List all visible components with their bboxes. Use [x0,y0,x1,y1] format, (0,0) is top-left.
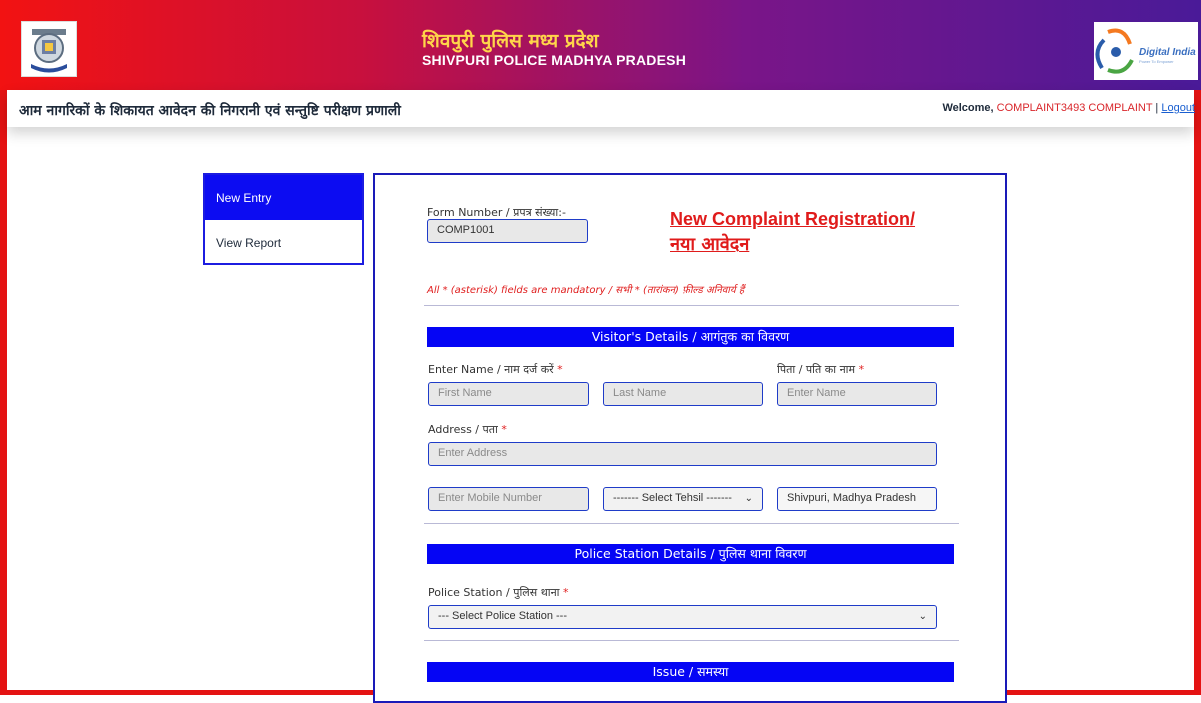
location-field[interactable]: Shivpuri, Madhya Pradesh [777,487,937,511]
required-asterisk: * [557,363,563,376]
tehsil-selected-value: ------- Select Tehsil ------- [613,492,732,504]
site-header: शिवपुरी पुलिस मध्य प्रदेश SHIVPURI POLIC… [0,0,1201,90]
address-input[interactable]: Enter Address [428,442,937,466]
username: COMPLAINT3493 COMPLAINT [996,102,1153,114]
father-name-label: पिता / पति का नाम * [777,362,864,377]
police-station-selected-value: --- Select Police Station --- [438,610,567,622]
form-title-english: New Complaint Registration/ [670,209,916,229]
police-station-label-text: Police Station / पुलिस थाना [428,586,560,599]
divider [424,640,959,641]
form-number-label: Form Number / प्रपत्र संख्या:- [427,206,566,219]
mandatory-note: All * (asterisk) fields are mandatory / … [427,285,745,296]
welcome-block: Welcome, COMPLAINT3493 COMPLAINT | Logou… [942,102,1195,114]
mobile-number-input[interactable]: Enter Mobile Number [428,487,589,511]
tehsil-select[interactable]: ------- Select Tehsil ------- ⌄ [603,487,763,511]
header-english-title: SHIVPURI POLICE MADHYA PRADESH [422,52,687,68]
address-label: Address / पता * [428,422,507,437]
logout-link[interactable]: Logout [1161,102,1195,114]
father-name-input[interactable]: Enter Name [777,382,937,406]
police-station-label: Police Station / पुलिस थाना * [428,585,569,600]
police-emblem-logo [21,21,77,77]
sidebar-menu: New Entry View Report [203,173,364,265]
address-label-text: Address / पता [428,423,498,436]
chevron-down-icon: ⌄ [918,611,927,622]
separator: | [1155,102,1159,114]
divider [424,523,959,524]
required-asterisk: * [501,423,507,436]
digital-india-text: Digital India [1139,47,1196,58]
name-label: Enter Name / नाम दर्ज करें * [428,362,563,377]
police-station-details-header: Police Station Details / पुलिस थाना विवर… [427,544,954,564]
divider [424,305,959,306]
father-label-text: पिता / पति का नाम [777,363,856,376]
sidebar-item-view-report[interactable]: View Report [205,221,362,266]
issue-section-header: Issue / समस्या [427,662,954,682]
digital-india-logo: Digital India Power To Empower [1094,22,1198,80]
svg-text:Power To Empower: Power To Empower [1139,59,1174,64]
required-asterisk: * [563,586,569,599]
chevron-down-icon: ⌄ [744,493,753,504]
visitor-details-header: Visitor's Details / आगंतुक का विवरण [427,327,954,347]
form-number-field[interactable]: COMP1001 [427,219,588,243]
sidebar-item-new-entry[interactable]: New Entry [205,175,362,220]
form-title-hindi: नया आवेदन [670,234,750,255]
system-title: आम नागरिकों के शिकायत आवेदन की निगरानी ए… [19,103,401,119]
required-asterisk: * [858,363,865,376]
police-station-select[interactable]: --- Select Police Station --- ⌄ [428,605,937,629]
welcome-label: Welcome, [942,102,994,114]
first-name-input[interactable]: First Name [428,382,589,406]
name-label-text: Enter Name / नाम दर्ज करें [428,363,554,376]
header-hindi-title: शिवपुरी पुलिस मध्य प्रदेश [422,30,599,52]
last-name-input[interactable]: Last Name [603,382,763,406]
